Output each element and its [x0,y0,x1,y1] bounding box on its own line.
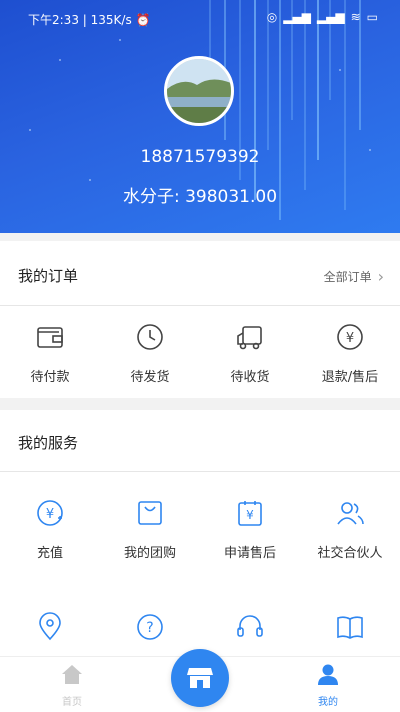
all-orders-link[interactable]: 全部订单 › [324,267,384,286]
tab-mine[interactable]: 我的 [298,663,358,708]
signal-icon: ▂▄▆ [283,10,311,24]
services-card: 我的服务 ¥ 充值 我的团购 ¥ 申请售后 社交合伙人 ? [0,410,400,656]
alarm-icon: ⏰ [135,13,151,27]
orders-card: 我的订单 全部订单 › 待付款 待发货 待收货 ¥ 退款/售后 [0,241,400,398]
store-center-button[interactable] [171,649,229,707]
divider [0,305,400,306]
service-guide[interactable] [300,612,400,646]
service-recharge-label: 充值 [36,546,63,561]
svg-text:¥: ¥ [46,507,54,522]
order-pending-payment[interactable]: 待付款 [0,322,100,385]
all-orders-label: 全部订单 [323,270,372,284]
orders-title: 我的订单 [18,267,79,285]
service-recharge[interactable]: ¥ 充值 [0,498,100,561]
profile-header: 下午2:33 | 135K/s ⏰ ◎ ▂▄▆ ▂▄▆ ≋ ▭ 18871579… [0,0,400,233]
after-sale-icon: ¥ [238,501,262,526]
order-pending-shipment[interactable]: 待发货 [100,322,200,385]
headset-icon [237,615,263,637]
chevron-right-icon: › [377,267,384,286]
user-phone: 18871579392 [140,147,260,167]
tab-mine-label: 我的 [318,697,338,708]
group-buy-icon [138,501,162,525]
recharge-icon: ¥ [37,500,63,526]
svg-text:¥: ¥ [346,331,354,346]
store-icon [187,668,213,688]
battery-icon: ▭ [366,10,378,24]
user-icon [318,664,338,685]
points-label: 水分子: [122,187,180,207]
points-value: 398031.00 [185,187,278,207]
status-speed: 135K/s [90,13,132,27]
service-help[interactable]: ? [100,612,200,646]
order-refund[interactable]: ¥ 退款/售后 [300,322,400,385]
status-time: 下午2:33 [28,13,79,27]
points-display: 水分子: 398031.00 [0,182,400,207]
partners-icon [337,502,364,525]
service-group-buy-label: 我的团购 [123,546,176,561]
order-pending-receipt[interactable]: 待收货 [200,322,300,385]
location-icon [39,612,61,641]
tab-home-label: 首页 [62,697,82,708]
svg-text:¥: ¥ [246,508,254,522]
order-pending-shipment-label: 待发货 [130,370,170,385]
status-bar: 下午2:33 | 135K/s ⏰ ◎ ▂▄▆ ▂▄▆ ≋ ▭ [28,10,378,27]
refund-icon: ¥ [337,324,363,350]
nfc-icon: ◎ [266,10,278,24]
order-pending-receipt-label: 待收货 [230,370,270,385]
order-pending-payment-label: 待付款 [30,370,70,385]
service-after-sale[interactable]: ¥ 申请售后 [200,498,300,561]
service-group-buy[interactable]: 我的团购 [100,498,200,561]
service-partners-label: 社交合伙人 [317,546,383,561]
divider [0,471,400,472]
wifi-icon: ≋ [350,10,361,24]
service-customer-support[interactable] [200,612,300,646]
avatar-landscape-image [167,59,231,123]
service-partners[interactable]: 社交合伙人 [300,498,400,561]
service-after-sale-label: 申请售后 [223,546,276,561]
svg-text:?: ? [146,620,153,636]
tab-home[interactable]: 首页 [42,663,102,708]
order-refund-label: 退款/售后 [321,370,379,385]
services-title: 我的服务 [18,434,79,452]
clock-icon [137,324,163,350]
home-icon [62,665,82,684]
service-location[interactable] [0,612,100,646]
avatar[interactable] [164,56,234,126]
truck-icon [237,326,262,350]
signal-2-icon: ▂▄▆ [316,10,345,24]
help-icon: ? [137,614,163,640]
wallet-icon [37,327,63,348]
book-icon [337,616,363,639]
